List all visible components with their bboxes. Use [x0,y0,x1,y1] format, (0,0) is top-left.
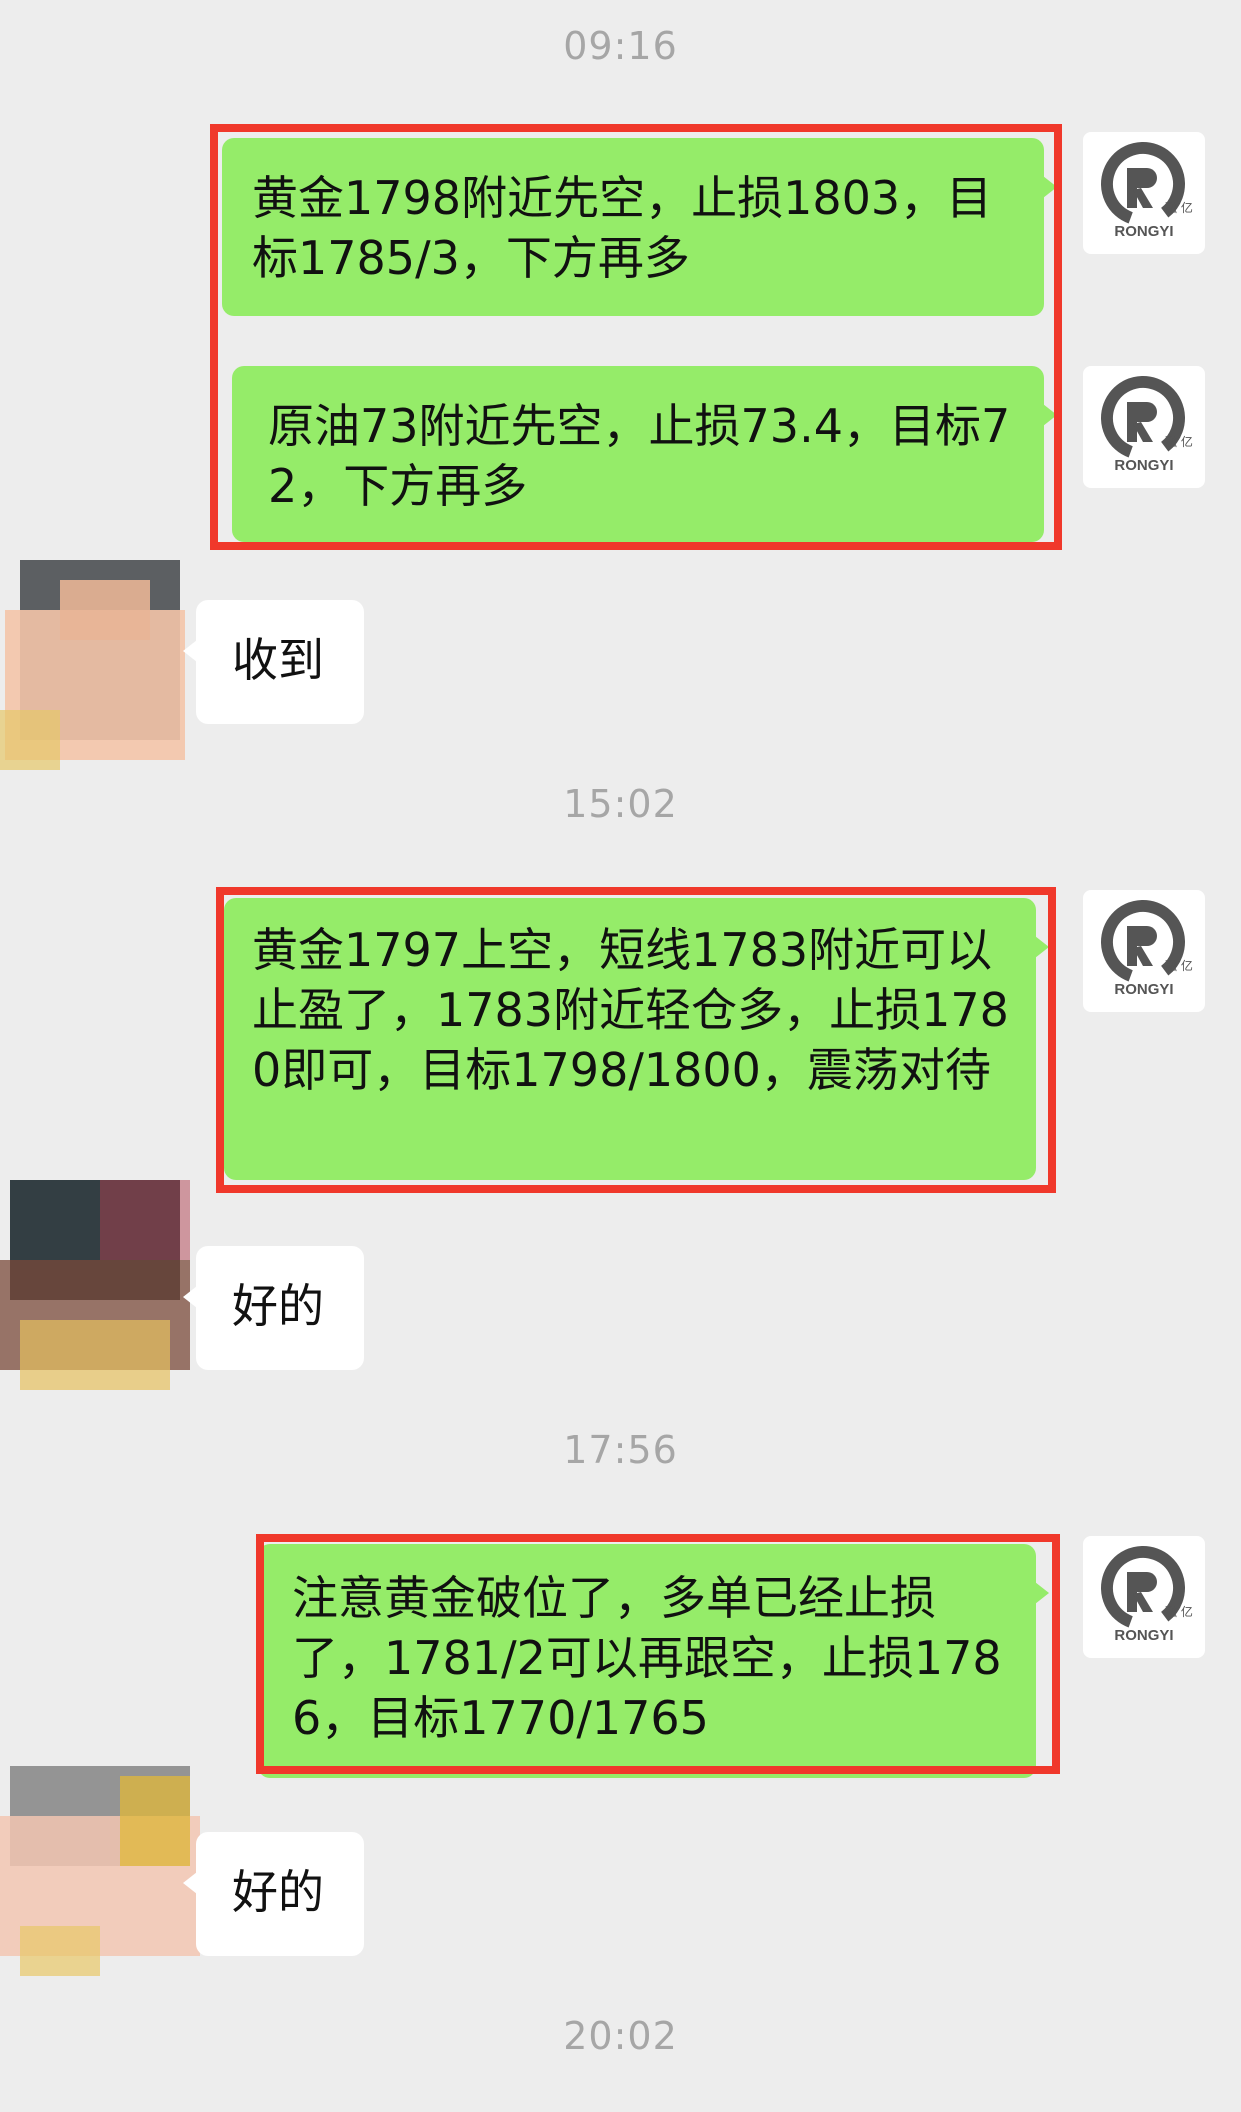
message-text: 原油73附近先空，止损73.4，目标72，下方再多 [268,399,1011,513]
message-text: 收到 [232,633,324,687]
sent-message[interactable]: 黄金1797上空，短线1783附近可以止盈了，1783附近轻仓多，止损1780即… [224,898,1049,1180]
timestamp: 17:56 [563,1428,678,1472]
rongyi-logo-icon: RONGYI 融 亿 [1101,1546,1193,1644]
avatar-label: RONGYI [1114,457,1173,474]
blurred-avatar-icon [0,1180,190,1390]
message-text: 好的 [232,1865,324,1919]
avatar-cn-label: 融 亿 [1165,200,1193,215]
contact-avatar[interactable] [0,1756,200,1976]
message-text: 好的 [232,1279,324,1333]
rongyi-logo-icon: RONGYI 融 亿 [1101,900,1193,998]
timestamp: 09:16 [563,24,678,68]
avatar-label: RONGYI [1114,1627,1173,1644]
received-message[interactable]: 好的 [183,1832,364,1956]
message-text: 注意黄金破位了，多单已经止损了，1781/2可以再跟空，止损1786，目标177… [292,1571,1002,1745]
avatar-cn-label: 融 亿 [1165,1604,1193,1619]
rongyi-avatar[interactable]: RONGYI 融 亿 [1083,1536,1205,1658]
sent-message[interactable]: 原油73附近先空，止损73.4，目标72，下方再多 [232,366,1057,542]
avatar-cn-label: 融 亿 [1165,958,1193,973]
message-text: 黄金1797上空，短线1783附近可以止盈了，1783附近轻仓多，止损1780即… [252,923,1009,1097]
timestamp: 15:02 [563,782,678,826]
avatar-label: RONGYI [1114,223,1173,240]
blurred-avatar-icon [0,1766,200,1976]
sent-message[interactable]: 注意黄金破位了，多单已经止损了，1781/2可以再跟空，止损1786，目标177… [258,1544,1049,1778]
rongyi-avatar[interactable]: RONGYI 融 亿 [1083,132,1205,254]
contact-avatar[interactable] [0,1170,200,1390]
blurred-avatar-icon [0,560,185,770]
message-text: 黄金1798附近先空，止损1803，目标1785/3，下方再多 [252,171,993,285]
rongyi-logo-icon: RONGYI 融 亿 [1101,142,1193,240]
rongyi-logo-icon: RONGYI 融 亿 [1101,376,1193,474]
received-message[interactable]: 收到 [183,600,364,724]
avatar-cn-label: 融 亿 [1165,434,1193,449]
received-message[interactable]: 好的 [183,1246,364,1370]
rongyi-avatar[interactable]: RONGYI 融 亿 [1083,890,1205,1012]
timestamp: 20:02 [563,2014,678,2058]
chat-screen: { "timestamps": ["09:16", "15:02", "17:5… [0,0,1241,2112]
sent-message[interactable]: 黄金1798附近先空，止损1803，目标1785/3，下方再多 [222,138,1057,316]
contact-avatar[interactable] [0,550,200,770]
rongyi-avatar[interactable]: RONGYI 融 亿 [1083,366,1205,488]
avatar-label: RONGYI [1114,981,1173,998]
